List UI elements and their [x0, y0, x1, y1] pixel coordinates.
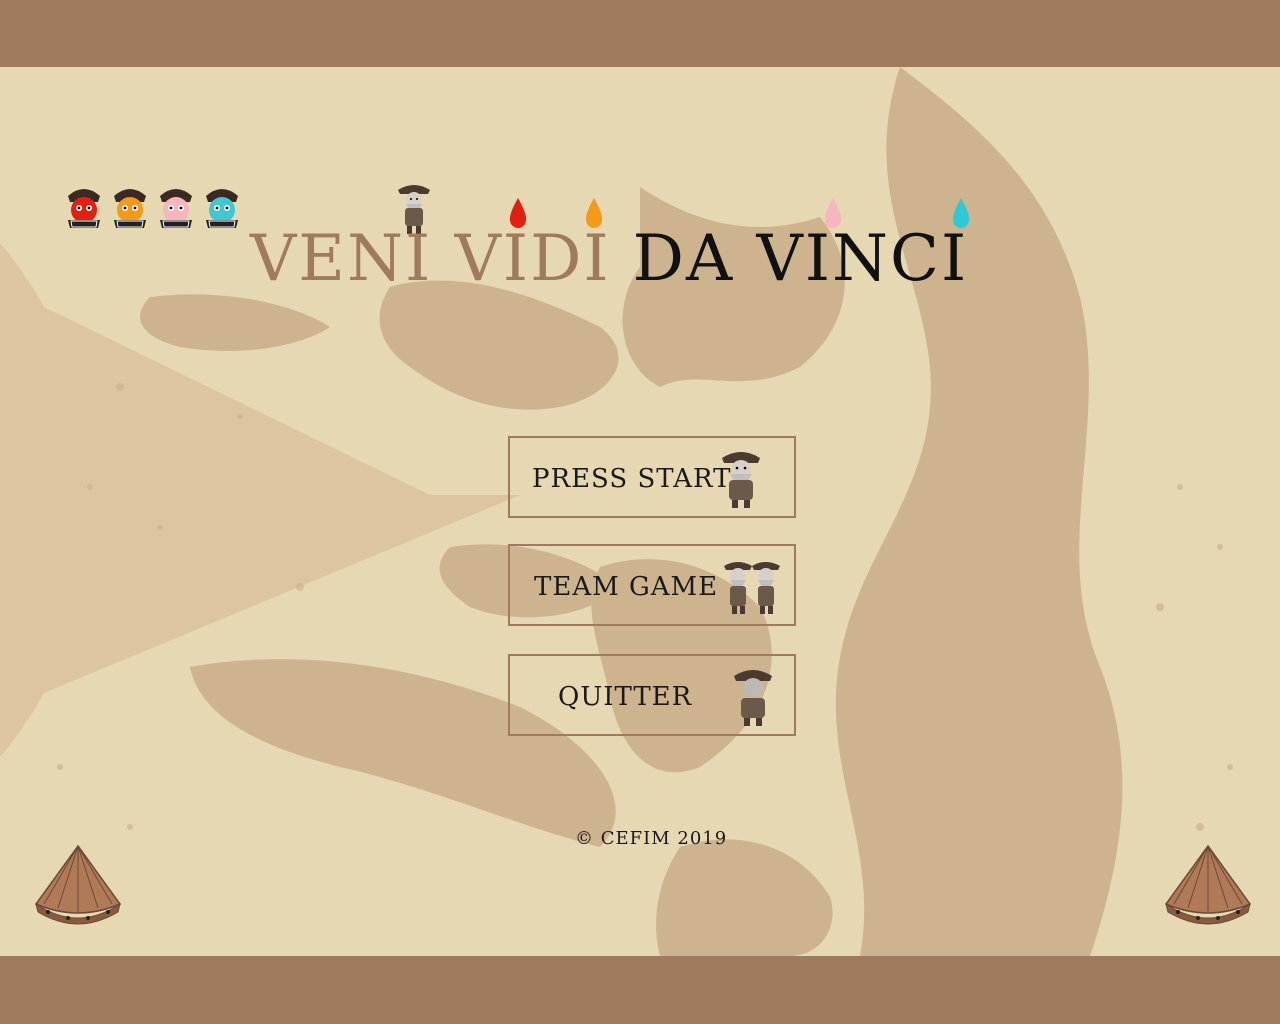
title-part-veni-vidi: VENI VIDI	[250, 222, 611, 296]
copyright-text: © CEFIM 2019	[575, 828, 728, 849]
orange-ghost-icon	[108, 180, 152, 230]
press-start-button[interactable]: PRESS START	[508, 436, 796, 518]
tank-left-icon	[28, 842, 128, 932]
top-band	[0, 0, 1280, 67]
two-characters-icon	[722, 554, 782, 622]
title-part-da-vinci: DA VINCI	[632, 222, 969, 296]
red-ghost-icon	[62, 180, 106, 230]
da-vinci-character-icon	[716, 446, 766, 514]
quit-label: QUITTER	[558, 682, 693, 712]
press-start-label: PRESS START	[532, 464, 732, 494]
cyan-ghost-icon	[200, 180, 244, 230]
quit-button[interactable]: QUITTER	[508, 654, 796, 736]
da-vinci-back-icon	[730, 664, 776, 732]
team-game-label: TEAM GAME	[534, 572, 719, 602]
game-title: VENI VIDI DA VINCI	[250, 222, 968, 302]
team-game-button[interactable]: TEAM GAME	[508, 544, 796, 626]
pink-ghost-icon	[154, 180, 198, 230]
tank-right-icon	[1158, 842, 1258, 932]
bottom-band	[0, 956, 1280, 1024]
